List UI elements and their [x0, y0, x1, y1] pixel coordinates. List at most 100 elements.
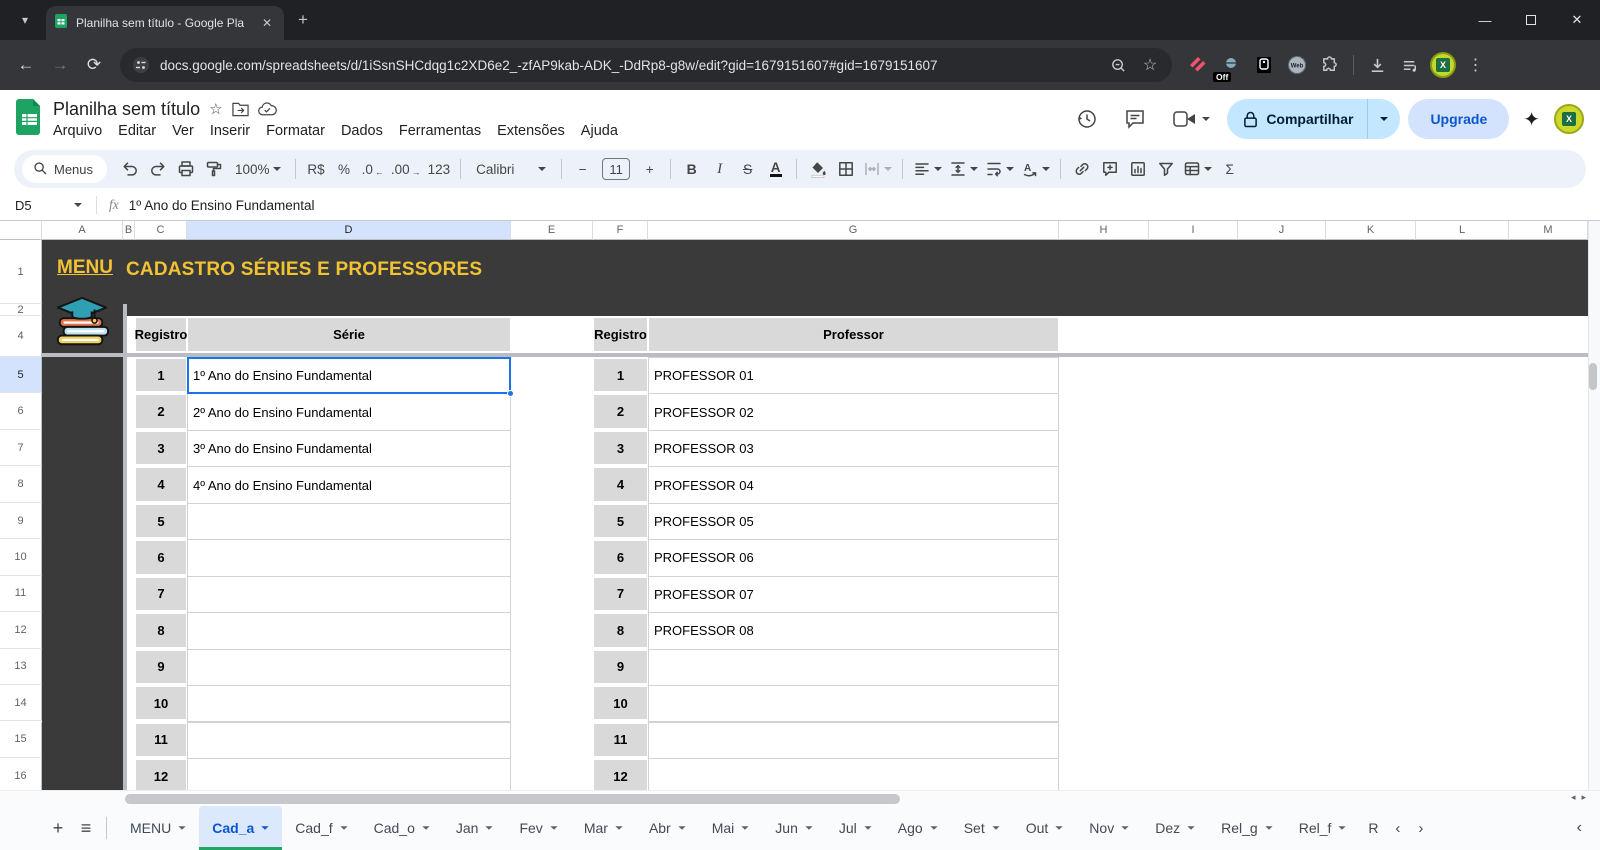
sheet-tab-caret-icon[interactable] [615, 826, 623, 830]
minimize-button[interactable]: — [1462, 0, 1508, 40]
increase-font-size-button[interactable]: + [636, 155, 663, 183]
professor-registro-cell[interactable]: 8 [593, 613, 648, 648]
series-value-cell[interactable] [187, 502, 511, 541]
sheet-tab-Ago[interactable]: Ago [885, 806, 951, 850]
horizontal-scrollbar-thumb[interactable] [125, 794, 900, 804]
site-info-icon[interactable] [130, 54, 152, 76]
all-sheets-button[interactable]: ≡ [72, 814, 100, 842]
formula-value[interactable]: 1º Ano do Ensino Fundamental [129, 198, 315, 213]
vpn-extension-icon[interactable]: Off [1213, 52, 1244, 82]
decrease-font-size-button[interactable]: − [569, 155, 596, 183]
professor-value-cell[interactable]: PROFESSOR 03 [648, 429, 1059, 468]
professor-value-cell[interactable]: PROFESSOR 02 [648, 393, 1059, 431]
format-percent-button[interactable]: % [331, 155, 358, 183]
meet-video-icon[interactable] [1163, 99, 1219, 139]
star-document-icon[interactable]: ☆ [209, 100, 222, 118]
column-header-H[interactable]: H [1059, 221, 1149, 240]
text-wrap-button[interactable] [982, 155, 1017, 183]
professor-value-cell[interactable] [648, 757, 1059, 790]
sheet-tab-caret-icon[interactable] [485, 826, 494, 830]
series-value-cell[interactable]: 4º Ano do Ensino Fundamental [187, 466, 511, 504]
row-header-13[interactable]: 13 [0, 648, 42, 686]
series-registro-cell[interactable]: 9 [135, 649, 187, 685]
tab-scroll-left-icon[interactable]: ‹ [1395, 820, 1400, 837]
professor-value-cell[interactable] [648, 721, 1059, 759]
zoom-out-page-icon[interactable] [1106, 53, 1130, 77]
address-bar[interactable]: docs.google.com/spreadsheets/d/1iSsnSHCd… [120, 48, 1172, 82]
series-value-cell[interactable] [187, 721, 511, 759]
sheet-tab-caret-icon[interactable] [1187, 826, 1195, 830]
back-button[interactable]: ← [10, 49, 42, 81]
professor-registro-cell[interactable]: 12 [593, 758, 648, 790]
prof-header-registro[interactable]: Registro [593, 317, 648, 352]
professor-value-cell[interactable] [648, 648, 1059, 687]
text-color-button[interactable]: A [762, 155, 789, 183]
close-button[interactable]: ✕ [1554, 0, 1600, 40]
frozen-row-divider[interactable] [0, 353, 1588, 357]
sheet-tab-caret-icon[interactable] [422, 826, 430, 830]
vertical-scrollbar[interactable] [1588, 221, 1600, 790]
spreadsheet-grid[interactable]: A B C D E F G H I J K L M MENU CADASTRO SÉRIES E PROFE… [0, 221, 1600, 790]
professor-value-cell[interactable]: PROFESSOR 01 [648, 357, 1059, 395]
fill-color-button[interactable] [804, 155, 831, 183]
row-header-10[interactable]: 10 [0, 539, 42, 576]
new-tab-button[interactable]: + [298, 10, 308, 30]
sheet-tab-caret-icon[interactable] [805, 826, 813, 830]
browser-tab[interactable]: Planilha sem título - Google Pla ✕ [46, 6, 284, 40]
row-header-4[interactable]: 4 [0, 316, 42, 357]
series-registro-cell[interactable]: 7 [135, 576, 187, 612]
version-history-icon[interactable] [1067, 99, 1107, 139]
row-header-11[interactable]: 11 [0, 575, 42, 613]
series-registro-cell[interactable]: 1 [135, 358, 187, 393]
sheet-tab-Mai[interactable]: Mai [699, 806, 763, 850]
series-value-cell[interactable] [187, 648, 511, 687]
menu-link[interactable]: MENU [57, 257, 123, 285]
format-currency-button[interactable]: R$ [303, 155, 330, 183]
sheet-tab-caret-icon[interactable] [261, 826, 269, 830]
sheet-tab-Set[interactable]: Set [951, 806, 1013, 850]
series-registro-cell[interactable]: 8 [135, 613, 187, 648]
column-header-I[interactable]: I [1149, 221, 1238, 240]
menus-pill[interactable]: Menus [22, 155, 108, 183]
sheet-tab-caret-icon[interactable] [550, 826, 558, 830]
cloud-status-icon[interactable] [257, 102, 277, 116]
sheet-tab-caret-icon[interactable] [678, 826, 686, 830]
column-header-G[interactable]: G [648, 221, 1059, 240]
sheet-tab-caret-icon[interactable] [864, 826, 872, 830]
insert-comment-button[interactable] [1096, 155, 1123, 183]
horizontal-align-button[interactable] [910, 155, 945, 183]
column-header-A[interactable]: A [42, 221, 123, 240]
row-header-5[interactable]: 5 [0, 357, 42, 394]
row-header-9[interactable]: 9 [0, 502, 42, 540]
document-title[interactable]: Planilha sem título [53, 99, 200, 120]
reload-button[interactable]: ⟳ [78, 49, 110, 81]
sheet-tab-Abr[interactable]: Abr [636, 806, 699, 850]
sheets-logo[interactable] [16, 98, 43, 140]
sheet-tab-caret-icon[interactable] [1055, 826, 1063, 830]
redo-button[interactable] [144, 155, 171, 183]
undo-button[interactable] [116, 155, 143, 183]
series-header-serie[interactable]: Série [187, 317, 511, 352]
dark-extension-icon[interactable] [1250, 52, 1277, 79]
comments-icon[interactable] [1115, 99, 1155, 139]
sheet-tab-MENU[interactable]: MENU [117, 806, 199, 850]
tab-search-button[interactable]: ▾ [12, 7, 38, 33]
professor-registro-cell[interactable]: 2 [593, 394, 648, 429]
sheet-tab-Rel_f[interactable]: Rel_f [1286, 806, 1360, 850]
zoom-select[interactable]: 100% [228, 155, 288, 183]
tab-scroll-right-icon[interactable]: › [1418, 820, 1423, 837]
sheet-tab-Dez[interactable]: Dez [1142, 806, 1208, 850]
series-registro-cell[interactable]: 3 [135, 430, 187, 466]
italic-button[interactable]: I [706, 155, 733, 183]
menu-ferramentas[interactable]: Ferramentas [391, 121, 489, 141]
prof-header-professor[interactable]: Professor [648, 317, 1059, 352]
sheet-tab-Rel_g[interactable]: Rel_g [1208, 806, 1286, 850]
series-value-cell[interactable] [187, 612, 511, 650]
series-value-cell[interactable]: 2º Ano do Ensino Fundamental [187, 393, 511, 431]
scrollbar-arrows[interactable]: ◂▸ [1571, 792, 1592, 803]
sheet-tab-Cad_o[interactable]: Cad_o [361, 806, 443, 850]
column-header-M[interactable]: M [1509, 221, 1588, 240]
menu-arquivo[interactable]: Arquivo [45, 121, 110, 141]
professor-value-cell[interactable]: PROFESSOR 08 [648, 612, 1059, 650]
series-value-cell[interactable] [187, 685, 511, 723]
